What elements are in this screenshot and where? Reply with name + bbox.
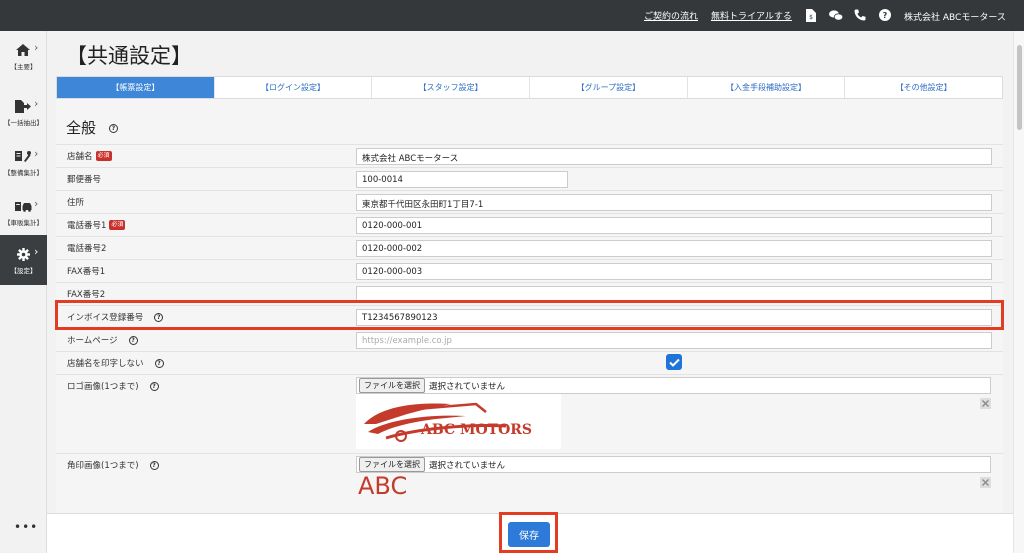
tools-icon (14, 149, 32, 163)
phone1-input[interactable]: 0120-000-001 (356, 217, 992, 234)
seal-preview: ABC モータ (356, 474, 408, 513)
svg-text:$: $ (809, 14, 813, 21)
seal-file-input: ファイルを選択 選択されていません (356, 456, 991, 473)
chevron-right-icon: › (34, 41, 39, 54)
remove-seal-icon[interactable] (980, 477, 991, 488)
sidebar-item-main[interactable]: › 【主要】 (0, 31, 47, 81)
home-icon (14, 43, 32, 57)
tab-staff-settings[interactable]: 【スタッフ設定】 (372, 77, 531, 98)
hide-store-name-checkbox[interactable] (666, 354, 682, 370)
seal-image-label: 角印画像(1つまで) (67, 461, 139, 471)
page-scrollbar[interactable] (1013, 31, 1024, 553)
invoice-row-highlight (55, 300, 1004, 330)
logo-preview-text: ABC MOTORS (421, 422, 533, 438)
homepage-input[interactable]: https://example.co.jp (356, 332, 992, 349)
help-icon[interactable]: ? (878, 8, 892, 22)
logo-file-select-button[interactable]: ファイルを選択 (359, 378, 425, 393)
tab-group-settings[interactable]: 【グループ設定】 (530, 77, 688, 98)
help-icon[interactable]: ? (128, 335, 138, 345)
sidebar-item-label: 【車販集計】 (4, 219, 43, 227)
help-icon[interactable]: ? (149, 381, 159, 391)
postal-code-input[interactable]: 100-0014 (356, 171, 568, 188)
fax1-input[interactable]: 0120-000-003 (356, 263, 992, 280)
save-button-highlight (499, 512, 558, 553)
homepage-label: ホームページ (67, 336, 118, 346)
more-menu-icon[interactable]: ••• (14, 520, 38, 534)
gear-icon (14, 247, 32, 261)
postal-code-label: 郵便番号 (67, 175, 102, 185)
required-badge: 必須 (95, 151, 112, 161)
sidebar-item-label: 【整備集計】 (4, 169, 43, 177)
chevron-right-icon: › (34, 197, 39, 210)
help-icon[interactable]: ? (154, 358, 164, 368)
seal-file-select-button[interactable]: ファイルを選択 (359, 457, 425, 472)
remove-logo-icon[interactable] (980, 398, 991, 409)
form-row-hide-store-name: 店舗名を印字しない? (56, 351, 1003, 373)
store-name-input[interactable]: 株式会社 ABCモータース (356, 148, 992, 165)
sidebar-item-settings[interactable]: › 【設定】 (0, 235, 47, 285)
required-badge: 必須 (109, 220, 126, 230)
seal-file-status: 選択されていません (429, 460, 505, 471)
tab-login-settings[interactable]: 【ログイン設定】 (215, 77, 373, 98)
company-name: 株式会社 ABCモータース (904, 13, 1006, 23)
settings-tabs: 【帳票設定】 【ログイン設定】 【スタッフ設定】 【グループ設定】 【入金手段補… (56, 76, 1003, 99)
sidebar-item-bulk-extract[interactable]: › 【一括抽出】 (0, 87, 47, 137)
sidebar-item-label: 【設定】 (10, 267, 37, 275)
form-row-store-name: 店舗名 必須 株式会社 ABCモータース (56, 144, 1003, 166)
contract-flow-link[interactable]: ご契約の流れ (644, 9, 698, 22)
logo-preview: ABC MOTORS (356, 394, 561, 449)
logo-file-status: 選択されていません (429, 381, 505, 392)
top-bar: ご契約の流れ 無料トライアルする $ ? 株式会社 ABCモータース (0, 0, 1024, 31)
sidebar: › 【主要】 › 【一括抽出】 › 【整備集計】 › 【車販集計】 › 【設定】… (0, 31, 47, 553)
free-trial-link[interactable]: 無料トライアルする (711, 9, 792, 22)
phone2-input[interactable]: 0120-000-002 (356, 240, 992, 257)
file-export-icon (14, 99, 32, 113)
tab-form-settings[interactable]: 【帳票設定】 (57, 77, 215, 98)
form-row-seal-image: 角印画像(1つまで)? ファイルを選択 選択されていません (56, 453, 1003, 513)
section-title: 全般 (66, 119, 97, 137)
car-icon (14, 199, 32, 213)
sidebar-item-label: 【一括抽出】 (4, 119, 43, 127)
chevron-right-icon: › (34, 97, 39, 110)
hide-store-name-label: 店舗名を印字しない (67, 359, 144, 369)
form-row-phone1: 電話番号1 必須 0120-000-001 (56, 213, 1003, 235)
chat-icon[interactable] (829, 8, 843, 22)
form-row-homepage: ホームページ? https://example.co.jp (56, 328, 1003, 350)
logo-file-input: ファイルを選択 選択されていません (356, 377, 991, 394)
seal-preview-text: ABC モータ (358, 474, 408, 500)
phone1-label: 電話番号1 (67, 221, 107, 231)
tab-other-settings[interactable]: 【その他設定】 (845, 77, 1002, 98)
address-label: 住所 (67, 198, 85, 208)
chevron-right-icon: › (34, 245, 39, 258)
form-row-phone2: 電話番号2 0120-000-002 (56, 236, 1003, 258)
scrollbar-thumb[interactable] (1017, 45, 1022, 130)
help-icon[interactable]: ? (109, 124, 118, 133)
help-icon[interactable]: ? (149, 460, 159, 470)
sidebar-item-label: 【主要】 (10, 63, 37, 71)
chevron-right-icon: › (34, 147, 39, 160)
checkmark-icon (668, 358, 680, 367)
form-row-address: 住所 東京都千代田区永田町1丁目7-1 (56, 190, 1003, 212)
sidebar-item-maintenance-summary[interactable]: › 【整備集計】 (0, 137, 47, 187)
svg-text:?: ? (883, 11, 888, 20)
tab-payment-method-settings[interactable]: 【入金手段補助設定】 (688, 77, 846, 98)
form-row-fax1: FAX番号1 0120-000-003 (56, 259, 1003, 281)
address-input[interactable]: 東京都千代田区永田町1丁目7-1 (356, 194, 992, 211)
page-title: 【共通設定】 (66, 44, 192, 68)
sidebar-item-car-sales-summary[interactable]: › 【車販集計】 (0, 187, 47, 237)
phone-icon[interactable] (853, 8, 867, 22)
store-name-label: 店舗名 (67, 152, 93, 162)
fax2-label: FAX番号2 (67, 290, 106, 300)
document-icon[interactable]: $ (804, 8, 818, 22)
logo-image-label: ロゴ画像(1つまで) (67, 382, 139, 392)
phone2-label: 電話番号2 (67, 244, 107, 254)
fax1-label: FAX番号1 (67, 267, 106, 277)
form-row-postal-code: 郵便番号 100-0014 (56, 167, 1003, 189)
